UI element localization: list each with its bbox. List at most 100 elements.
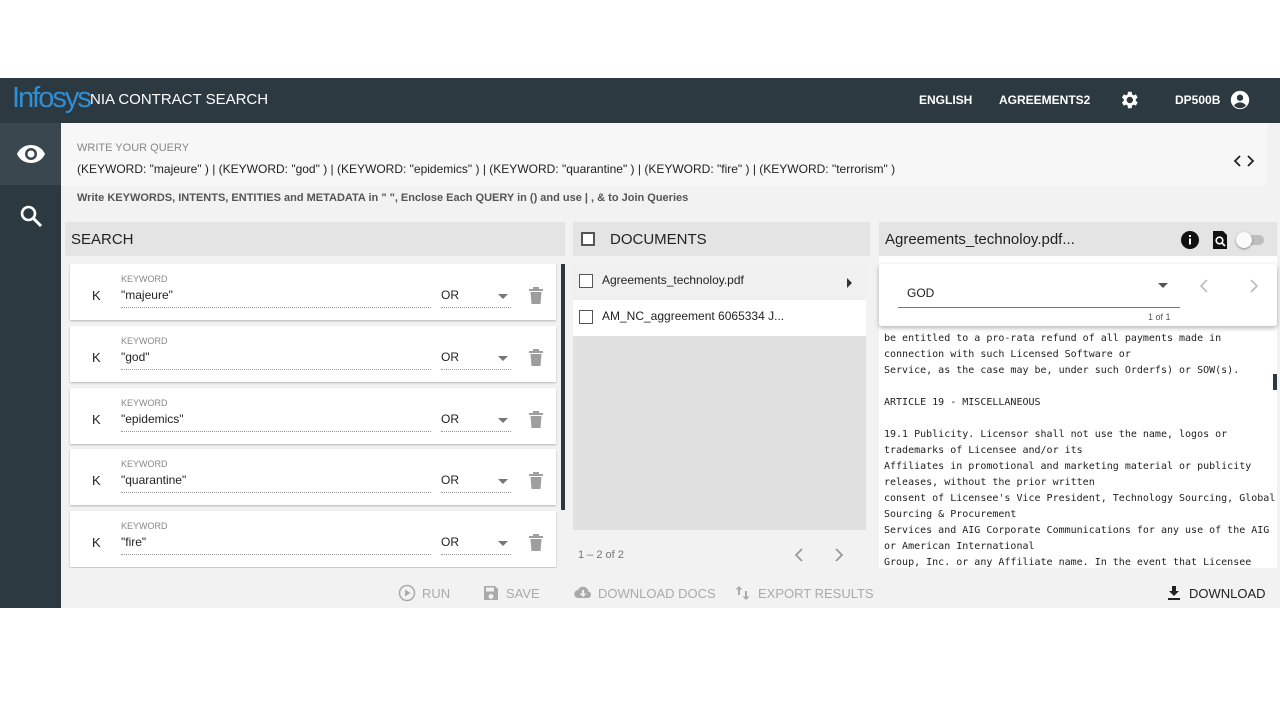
search-icon (20, 205, 42, 228)
code-icon[interactable] (1233, 153, 1255, 169)
export-results-button[interactable]: EXPORT RESULTS (734, 584, 874, 602)
text-line: Affiliates in promotional and marketing … (884, 461, 1252, 472)
chevron-right-icon[interactable] (1245, 278, 1261, 294)
trash-icon[interactable] (528, 471, 544, 489)
term-select[interactable]: GOD (898, 264, 1180, 308)
chevron-right-icon[interactable] (830, 547, 846, 563)
search-panel-header: SEARCH (65, 222, 565, 256)
app-title: NIA CONTRACT SEARCH (90, 91, 269, 108)
term-match-count: 1 of 1 (1148, 312, 1171, 322)
caret-down-icon (498, 294, 508, 299)
term-value: GOD (907, 286, 935, 300)
import-export-icon (735, 586, 750, 600)
text-line: releases, without the prior written (884, 477, 1095, 488)
eye-icon (16, 145, 45, 163)
cloud-download-icon (574, 586, 592, 599)
search-scrollbar[interactable] (561, 264, 565, 510)
find-in-page-icon[interactable] (1210, 230, 1230, 250)
documents-panel-header: DOCUMENTS (573, 222, 870, 256)
chevron-left-icon[interactable] (792, 547, 808, 563)
document-checkbox[interactable] (579, 310, 593, 324)
account-circle-icon[interactable] (1229, 89, 1251, 111)
save-icon (484, 586, 498, 600)
document-row[interactable]: Agreements_technoloy.pdf (573, 264, 866, 300)
keyword-input[interactable]: "majeure" (121, 288, 431, 308)
user-name[interactable]: DP500B (1175, 93, 1220, 107)
app-root: Infosys NIA CONTRACT SEARCH ENGLISH AGRE… (0, 78, 1280, 608)
keyword-card: K KEYWORD "quarantine" OR (70, 449, 556, 505)
document-name: Agreements_technoloy.pdf (602, 273, 744, 287)
keyword-type: K (92, 535, 101, 550)
document-name: AM_NC_aggreement 6065334 J... (602, 309, 785, 323)
document-row[interactable]: AM_NC_aggreement 6065334 J... (573, 300, 866, 336)
text-line: Sourcing & Procurement (884, 509, 1017, 520)
viewer-document-title: Agreements_technoloy.pdf... (885, 231, 1075, 248)
document-checkbox[interactable] (579, 274, 593, 288)
text-line: 19.1 Publicity. Licensor shall not use t… (884, 429, 1228, 440)
select-all-checkbox[interactable] (581, 232, 595, 246)
toggle-knob (1236, 232, 1252, 248)
run-button[interactable]: RUN (398, 584, 450, 602)
side-rail (0, 123, 61, 608)
keyword-input[interactable]: "god" (121, 350, 431, 370)
top-bar: Infosys NIA CONTRACT SEARCH ENGLISH AGRE… (0, 78, 1280, 123)
documents-list: Agreements_technoloy.pdf AM_NC_aggreemen… (573, 264, 866, 530)
caret-down-icon (498, 356, 508, 361)
save-label: SAVE (506, 585, 540, 601)
keyword-input[interactable]: "fire" (121, 535, 431, 555)
query-editor[interactable]: WRITE YOUR QUERY (KEYWORD: "majeure" ) |… (61, 123, 1267, 186)
keyword-type: K (92, 473, 101, 488)
rail-view-button[interactable] (0, 123, 61, 185)
workspace-selector[interactable]: AGREEMENTS2 (999, 93, 1090, 107)
query-hint: Write KEYWORDS, INTENTS, ENTITIES and ME… (77, 192, 689, 204)
keyword-input[interactable]: "epidemics" (121, 412, 431, 432)
caret-down-icon (498, 479, 508, 484)
bottom-toolbar: RUN SAVE DOWNLOAD DOCS EXPORT RESULTS DO… (61, 575, 1280, 608)
rail-search-button[interactable] (0, 185, 61, 247)
text-line: Service, as the case may be, under such … (884, 365, 1240, 376)
info-icon[interactable] (1180, 230, 1200, 250)
text-line: ARTICLE 19 - MISCELLANEOUS (884, 397, 1041, 408)
text-line: Group, Inc. or any Affiliate name. In th… (884, 557, 1252, 568)
keyword-label: KEYWORD (121, 459, 168, 469)
keyword-card: K KEYWORD "god" OR (70, 326, 556, 382)
query-label: WRITE YOUR QUERY (77, 142, 190, 154)
infosys-logo: Infosys (12, 82, 92, 114)
keyword-type: K (92, 350, 101, 365)
keyword-type: K (92, 288, 101, 303)
caret-down-icon (498, 418, 508, 423)
keyword-input[interactable]: "quarantine" (121, 473, 431, 493)
trash-icon[interactable] (528, 533, 544, 551)
document-text: be entitled to a pro-rata refund of all … (884, 331, 1276, 568)
keyword-card: K KEYWORD "fire" OR (70, 511, 556, 567)
viewer-scrollbar[interactable] (1273, 374, 1277, 390)
term-navigator: GOD 1 of 1 (879, 264, 1277, 326)
chevron-left-icon[interactable] (1197, 278, 1213, 294)
text-line: connection with such Licensed Software o… (884, 349, 1131, 360)
download-button[interactable]: DOWNLOAD (1165, 584, 1266, 602)
keyword-label: KEYWORD (121, 398, 168, 408)
caret-down-icon (498, 541, 508, 546)
export-results-label: EXPORT RESULTS (758, 585, 874, 601)
search-keyword-list: K KEYWORD "majeure" OR K KEYWORD "god" O… (65, 264, 565, 568)
keyword-label: KEYWORD (121, 274, 168, 284)
text-line: consent of Licensee's Vice President, Te… (884, 493, 1276, 504)
documents-pagination: 1 – 2 of 2 (578, 549, 624, 561)
query-input[interactable]: (KEYWORD: "majeure" ) | (KEYWORD: "god" … (77, 162, 895, 176)
language-selector[interactable]: ENGLISH (919, 93, 972, 107)
documents-title: DOCUMENTS (610, 231, 707, 248)
download-docs-button[interactable]: DOWNLOAD DOCS (574, 584, 716, 602)
gear-icon[interactable] (1118, 89, 1140, 111)
trash-icon[interactable] (528, 348, 544, 366)
caret-down-icon (1158, 283, 1168, 288)
keyword-card: K KEYWORD "epidemics" OR (70, 388, 556, 444)
save-button[interactable]: SAVE (482, 584, 540, 602)
download-docs-label: DOWNLOAD DOCS (598, 585, 716, 601)
trash-icon[interactable] (528, 286, 544, 304)
text-line: be entitled to a pro-rata refund of all … (884, 333, 1222, 344)
search-panel-title: SEARCH (71, 231, 134, 248)
download-label: DOWNLOAD (1189, 585, 1266, 601)
trash-icon[interactable] (528, 410, 544, 428)
viewer-toggle-switch[interactable] (1236, 232, 1264, 248)
text-line: trademarks of Licensee and/or its (884, 445, 1083, 456)
